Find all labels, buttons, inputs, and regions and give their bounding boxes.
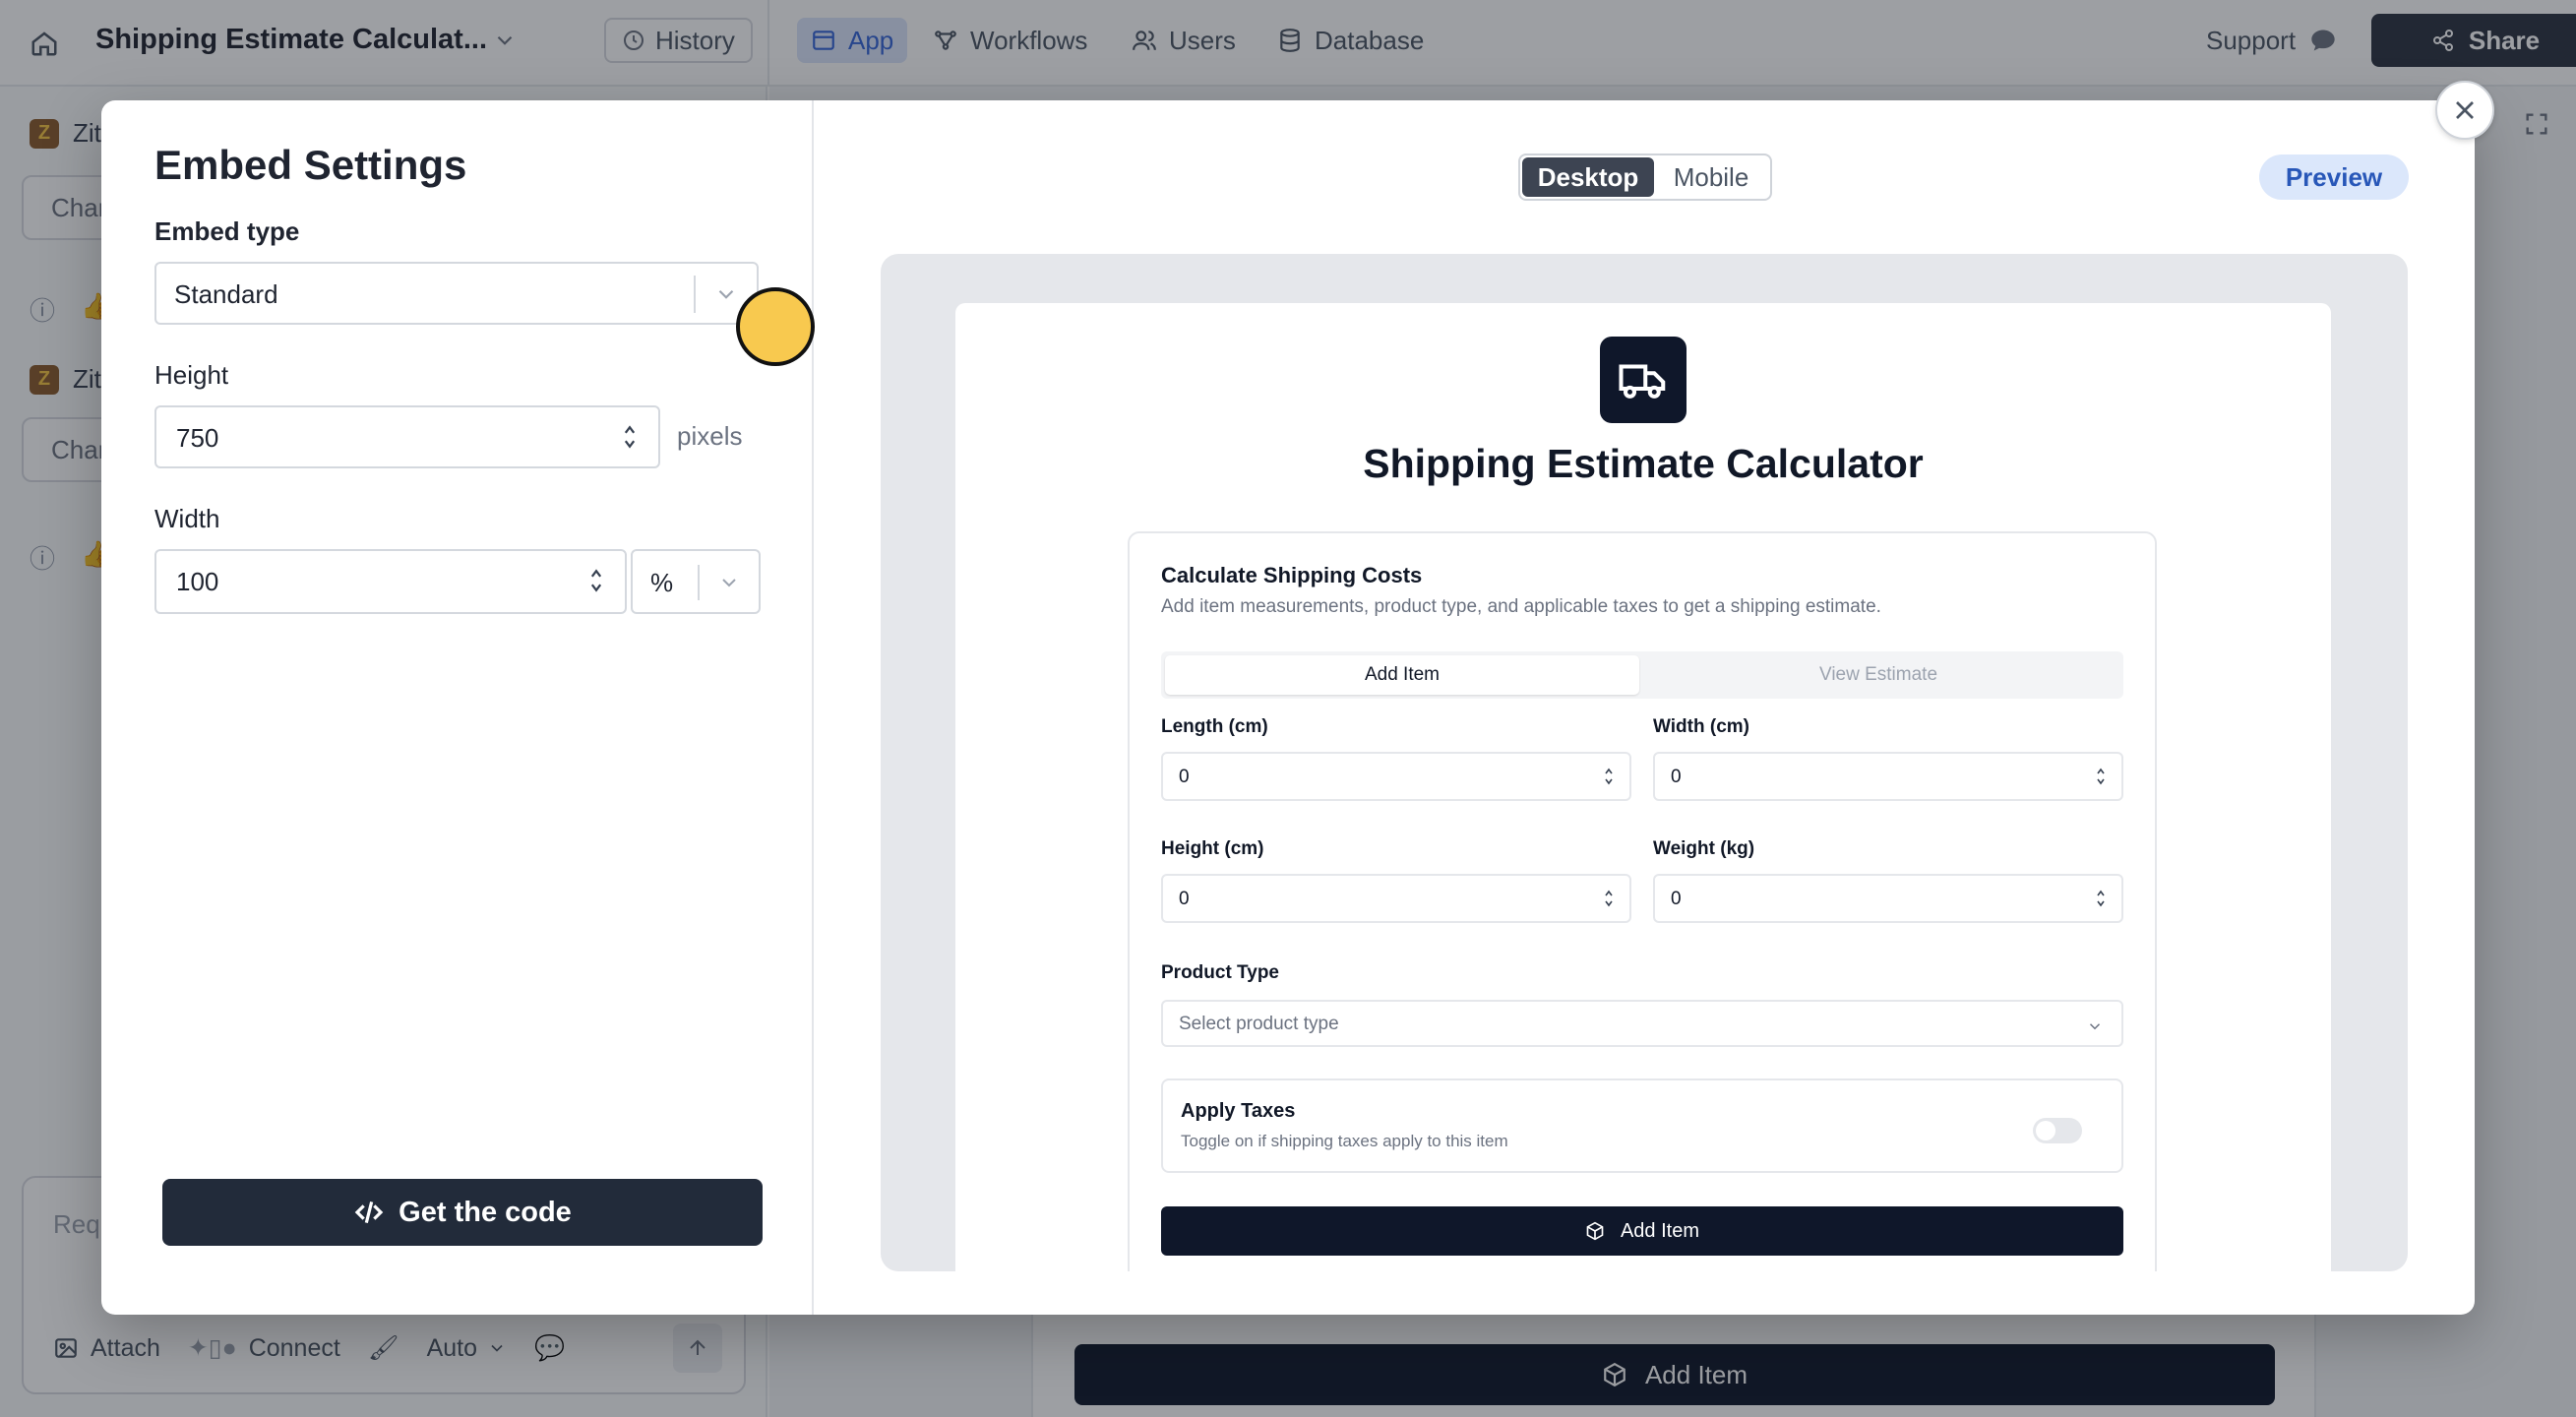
get-code-button[interactable]: Get the code <box>162 1179 763 1246</box>
height-cm-input[interactable]: 0 <box>1161 874 1631 923</box>
stepper-icon[interactable] <box>2096 888 2106 909</box>
height-label: Height <box>154 360 229 390</box>
chevron-down-icon <box>2086 1017 2104 1040</box>
preview-button[interactable]: Preview <box>2259 154 2409 200</box>
product-type-placeholder: Select product type <box>1179 1014 1339 1034</box>
get-code-label: Get the code <box>399 1196 572 1228</box>
card-title: Calculate Shipping Costs <box>1161 563 1423 587</box>
embed-preview-frame: Shipping Estimate Calculator Calculate S… <box>881 254 2408 1271</box>
width-unit-select[interactable]: % <box>631 549 761 614</box>
cursor-marker <box>736 287 815 366</box>
weight-input[interactable]: 0 <box>1653 874 2123 923</box>
close-modal-button[interactable] <box>2435 81 2494 140</box>
stepper-icon[interactable] <box>2096 766 2106 787</box>
add-item-button[interactable]: Add Item <box>1161 1206 2123 1256</box>
view-mode-mobile[interactable]: Mobile <box>1654 157 1768 197</box>
card-subtitle: Add item measurements, product type, and… <box>1161 596 1881 617</box>
view-mode-desktop[interactable]: Desktop <box>1522 157 1654 197</box>
length-value: 0 <box>1179 767 1190 787</box>
chevron-down-icon <box>713 281 739 312</box>
embed-type-select[interactable]: Standard <box>154 262 759 325</box>
stepper-icon[interactable] <box>1604 766 1614 787</box>
length-input[interactable]: 0 <box>1161 752 1631 801</box>
truck-icon <box>1600 337 1687 423</box>
height-cm-label: Height (cm) <box>1161 838 1264 859</box>
stepper-icon[interactable] <box>1604 888 1614 909</box>
apply-taxes-subtitle: Toggle on if shipping taxes apply to thi… <box>1181 1132 1508 1150</box>
add-item-label: Add Item <box>1620 1219 1700 1242</box>
calculator-tabs: Add Item View Estimate <box>1161 651 2123 699</box>
apply-taxes-toggle[interactable] <box>2033 1118 2082 1143</box>
width-cm-label: Width (cm) <box>1653 716 1749 737</box>
height-cm-value: 0 <box>1179 889 1190 909</box>
chevron-down-icon <box>717 571 741 599</box>
embedded-page-title: Shipping Estimate Calculator <box>1363 441 1924 486</box>
product-type-label: Product Type <box>1161 962 1279 983</box>
apply-taxes-title: Apply Taxes <box>1181 1100 1296 1122</box>
embed-type-label: Embed type <box>154 216 300 246</box>
weight-value: 0 <box>1671 889 1682 909</box>
stepper-icon[interactable] <box>589 567 603 594</box>
width-input[interactable]: 100 <box>154 549 627 614</box>
box-icon <box>1586 1221 1604 1241</box>
embedded-app-page: Shipping Estimate Calculator Calculate S… <box>955 303 2331 1271</box>
width-cm-value: 0 <box>1671 767 1682 787</box>
width-value: 100 <box>176 567 219 596</box>
code-icon <box>354 1201 384 1224</box>
height-input[interactable]: 750 <box>154 405 660 468</box>
select-separator <box>698 565 700 600</box>
view-mode-toggle: Desktop Mobile <box>1518 154 1772 201</box>
toggle-knob <box>2036 1121 2055 1140</box>
modal-title: Embed Settings <box>154 142 467 188</box>
product-type-select[interactable]: Select product type <box>1161 1000 2123 1047</box>
height-unit: pixels <box>677 421 743 451</box>
embed-type-value: Standard <box>174 279 278 309</box>
tab-view-estimate[interactable]: View Estimate <box>1641 655 2116 695</box>
length-label: Length (cm) <box>1161 716 1268 737</box>
apply-taxes-panel: Apply Taxes Toggle on if shipping taxes … <box>1161 1078 2123 1173</box>
width-label: Width <box>154 504 220 533</box>
modal-divider <box>812 100 814 1315</box>
tab-add-item[interactable]: Add Item <box>1165 655 1639 695</box>
stepper-icon[interactable] <box>623 423 637 451</box>
width-unit-value: % <box>650 568 674 597</box>
embed-settings-panel: Embed Settings Embed type Standard Heigh… <box>154 100 784 1315</box>
height-value: 750 <box>176 423 219 453</box>
weight-label: Weight (kg) <box>1653 838 1755 859</box>
calculator-card: Calculate Shipping Costs Add item measur… <box>1128 531 2157 1271</box>
close-icon <box>2456 101 2474 119</box>
width-cm-input[interactable]: 0 <box>1653 752 2123 801</box>
select-separator <box>694 276 696 313</box>
